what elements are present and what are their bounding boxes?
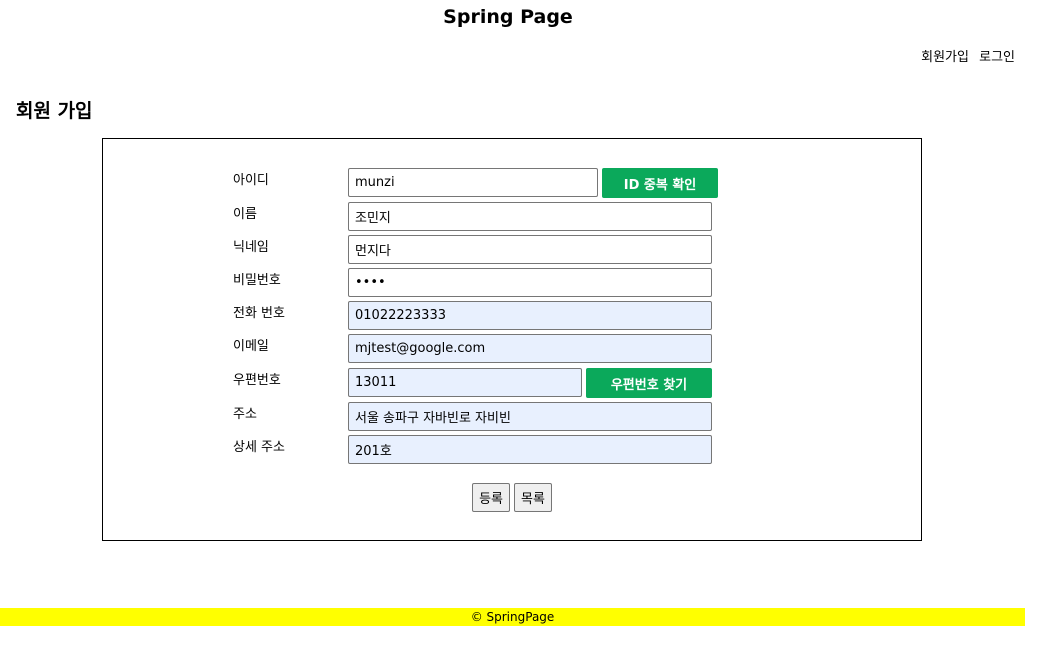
row-address: 주소 <box>103 402 921 431</box>
submit-button[interactable]: 등록 <box>472 483 510 512</box>
password-label: 비밀번호 <box>233 273 281 288</box>
row-userid: 아이디 ID 중복 확인 <box>103 168 921 198</box>
row-name: 이름 <box>103 202 921 231</box>
row-address-detail: 상세 주소 <box>103 435 921 464</box>
signup-form: 아이디 ID 중복 확인 이름 닉네임 비밀번호 전화 번호 이메일 우편번호 … <box>102 138 922 541</box>
phone-input[interactable] <box>348 301 712 330</box>
password-input[interactable] <box>348 268 712 297</box>
list-button[interactable]: 목록 <box>514 483 552 512</box>
row-phone: 전화 번호 <box>103 301 921 330</box>
nickname-input[interactable] <box>348 235 712 264</box>
email-input[interactable] <box>348 334 712 363</box>
zip-search-button[interactable]: 우편번호 찾기 <box>586 368 712 398</box>
row-password: 비밀번호 <box>103 268 921 297</box>
phone-label: 전화 번호 <box>233 306 285 321</box>
login-link[interactable]: 로그인 <box>979 50 1015 65</box>
header-nav: 회원가입 로그인 <box>915 46 1015 65</box>
email-label: 이메일 <box>233 339 269 354</box>
signup-link[interactable]: 회원가입 <box>921 50 969 65</box>
name-input[interactable] <box>348 202 712 231</box>
address-detail-label: 상세 주소 <box>233 440 285 455</box>
userid-label: 아이디 <box>233 173 269 188</box>
id-check-button[interactable]: ID 중복 확인 <box>602 168 718 198</box>
address-input[interactable] <box>348 402 712 431</box>
row-zipcode: 우편번호 우편번호 찾기 <box>103 368 921 398</box>
page-title: Spring Page <box>443 6 573 28</box>
zipcode-label: 우편번호 <box>233 373 281 388</box>
address-label: 주소 <box>233 407 257 422</box>
name-label: 이름 <box>233 207 257 222</box>
nickname-label: 닉네임 <box>233 240 269 255</box>
row-nickname: 닉네임 <box>103 235 921 264</box>
userid-input[interactable] <box>348 168 598 197</box>
row-email: 이메일 <box>103 334 921 363</box>
section-title: 회원 가입 <box>16 100 93 122</box>
zipcode-input[interactable] <box>348 368 582 397</box>
address-detail-input[interactable] <box>348 435 712 464</box>
footer-text: © SpringPage <box>470 610 555 624</box>
footer: © SpringPage <box>0 608 1025 626</box>
form-actions: 등록 목록 <box>103 483 921 512</box>
